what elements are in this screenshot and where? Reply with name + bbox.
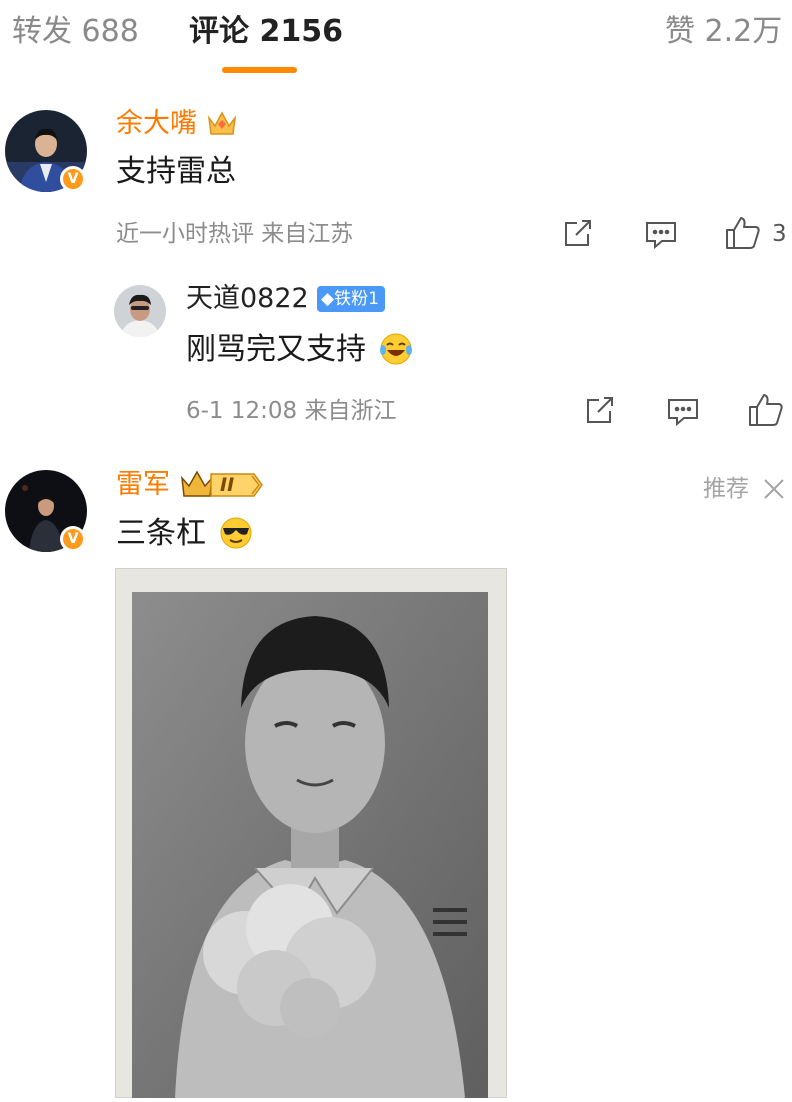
reply-username[interactable]: 天道0822: [186, 282, 309, 316]
reply-share-icon[interactable]: [585, 397, 615, 425]
reply-comment-icon[interactable]: [645, 220, 677, 250]
tab-comments[interactable]: 评论 2156: [189, 12, 343, 52]
fan-level-badge: ◆铁粉1: [317, 286, 385, 312]
reply-text: 刚骂完又支持: [186, 332, 366, 367]
active-tab-indicator: [222, 67, 297, 73]
crown-level-badge-icon: II: [180, 468, 264, 506]
fan-badge-label: 铁粉1: [334, 289, 379, 309]
verified-badge-icon: V: [60, 526, 86, 552]
recommend-label: 推荐: [703, 476, 749, 502]
verified-badge-icon: V: [60, 166, 86, 192]
comment-image[interactable]: [115, 568, 507, 1098]
reply-comment-icon[interactable]: [667, 397, 699, 427]
comment-username[interactable]: 余大嘴: [116, 107, 197, 141]
comment-text: 三条杠: [116, 516, 206, 551]
reply-like-icon[interactable]: [748, 393, 784, 427]
reply-avatar[interactable]: [114, 285, 166, 337]
level-badge-label: II: [220, 474, 235, 496]
share-icon[interactable]: [563, 220, 593, 248]
crown-vip-icon: [206, 108, 238, 142]
like-count: 3: [772, 221, 787, 247]
like-icon[interactable]: [725, 216, 761, 250]
diamond-icon: ◆: [321, 289, 335, 309]
sunglasses-emoji-icon: [219, 516, 253, 554]
reply-meta: 6-1 12:08 来自浙江: [186, 398, 397, 424]
tab-likes[interactable]: 赞 2.2万: [665, 12, 782, 52]
comment-text: 支持雷总: [116, 154, 236, 189]
comment-meta: 近一小时热评 来自江苏: [116, 221, 354, 247]
close-icon[interactable]: [763, 478, 785, 500]
comment-username[interactable]: 雷军: [116, 468, 170, 502]
laughing-tears-emoji-icon: [379, 332, 413, 370]
tab-reposts[interactable]: 转发 688: [12, 12, 139, 52]
